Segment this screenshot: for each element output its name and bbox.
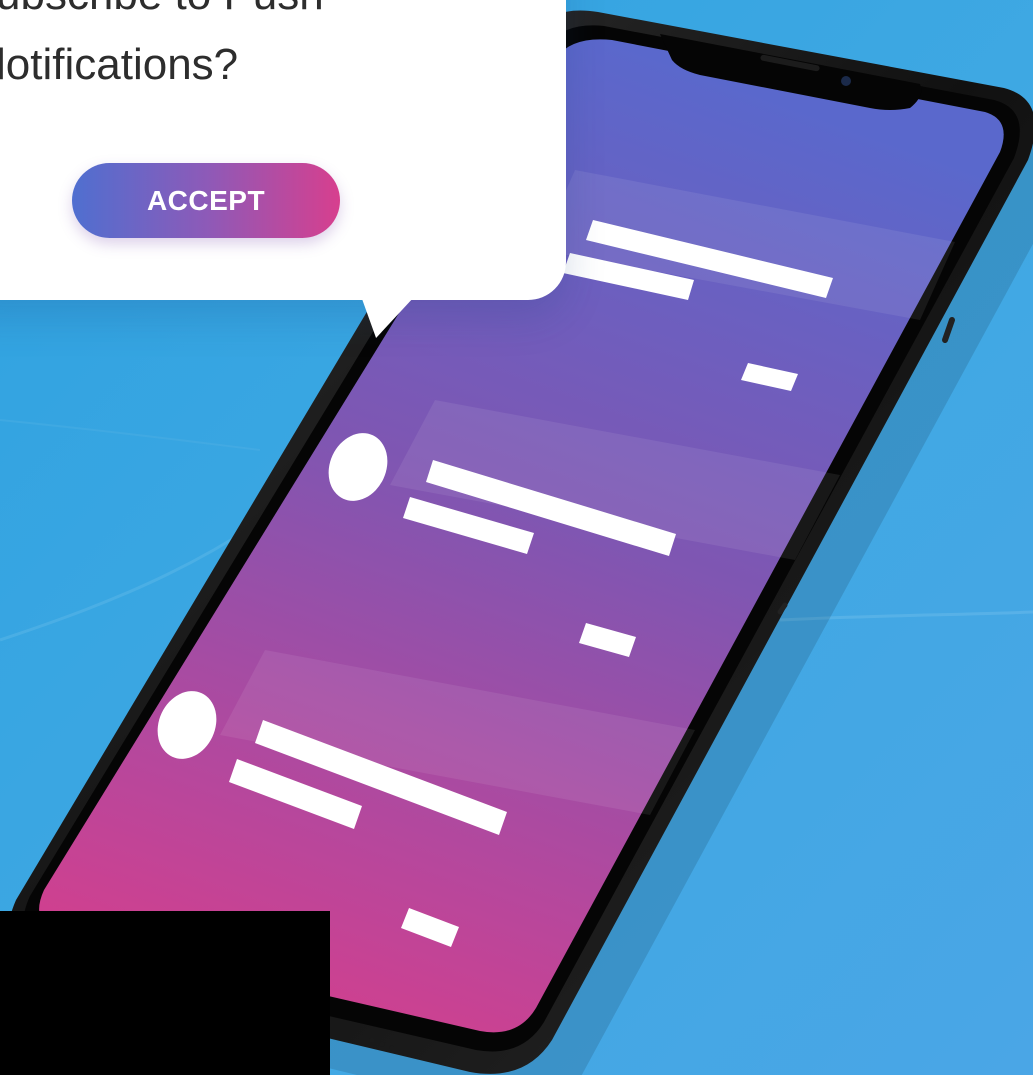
accept-button[interactable]: ACCEPT xyxy=(72,163,340,238)
dialog-title-line2: lotifications? xyxy=(0,40,239,89)
scene: ubscribe to Push lotifications? ACCEPT xyxy=(0,0,1033,1075)
dialog-tail xyxy=(348,282,428,338)
redaction-block xyxy=(0,911,330,1075)
dialog-title-line1: ubscribe to Push xyxy=(0,0,324,20)
